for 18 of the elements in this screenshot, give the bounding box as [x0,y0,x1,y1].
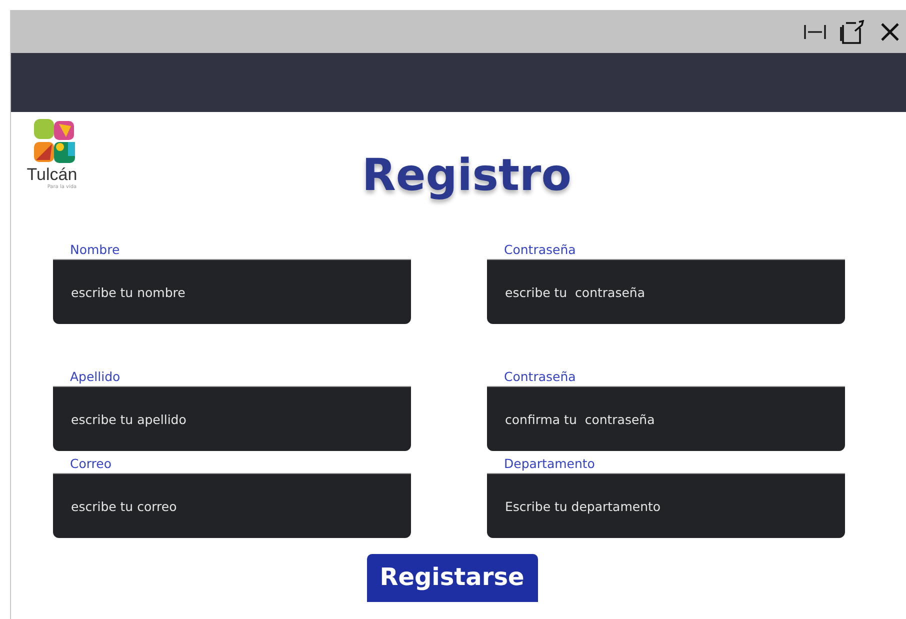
field-label: Contraseña [503,369,577,385]
close-icon[interactable] [880,22,900,42]
input-field[interactable]: confirma tu contraseña [487,386,845,451]
minimize-icon[interactable] [804,24,826,40]
field-label: Nombre [69,242,121,258]
field-label: Contraseña [503,242,577,258]
input-field[interactable]: escribe tu contraseña [487,259,845,324]
field-label: Correo [69,456,112,472]
register-button[interactable]: Registarse [366,554,538,602]
input-field[interactable]: escribe tu correo [53,473,411,538]
field-label: Departamento [503,456,596,472]
popout-icon[interactable] [840,20,866,44]
input-field[interactable]: escribe tu apellido [53,386,411,451]
input-field[interactable]: Escribe tu departamento [487,473,845,538]
page-title: Registro [362,150,572,201]
field-label: Apellido [69,369,122,385]
logo-text: Tulcán [26,166,78,184]
input-field[interactable]: escribe tu nombre [53,259,411,324]
